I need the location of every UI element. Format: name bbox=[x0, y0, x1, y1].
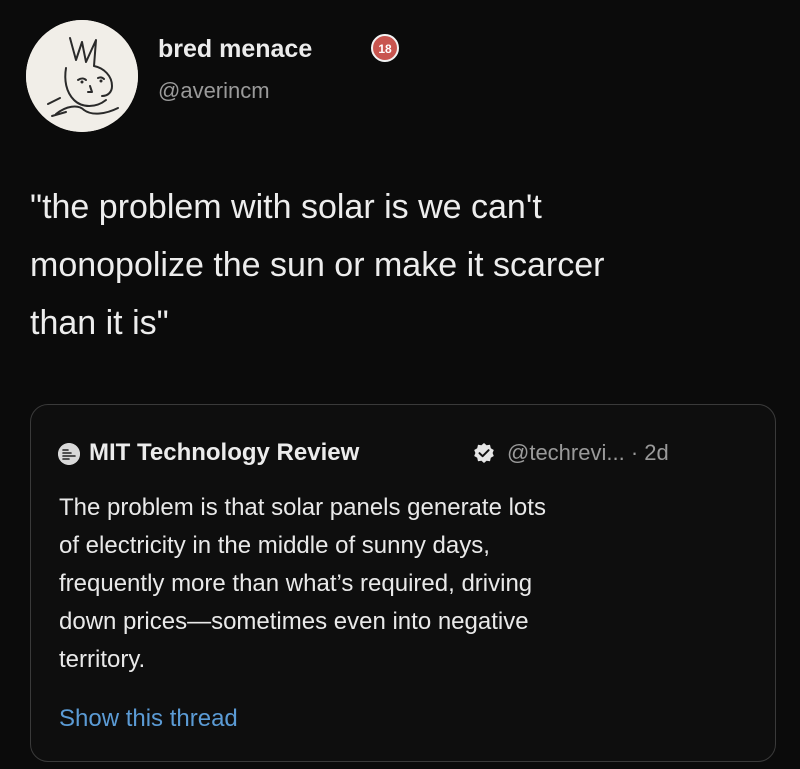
quoted-tweet-card[interactable]: MIT Technology Review @techrevi... · 2d … bbox=[30, 404, 776, 762]
tweet-text: "the problem with solar is we can't mono… bbox=[30, 188, 605, 342]
quoted-handle-time[interactable]: @techrevi... · 2d bbox=[507, 438, 669, 468]
mit-tr-logo-icon bbox=[58, 443, 80, 465]
avatar-sketch-icon bbox=[26, 20, 138, 132]
display-name[interactable]: bred menace bbox=[158, 34, 312, 64]
avatar[interactable] bbox=[26, 20, 138, 132]
quoted-tweet-text: The problem is that solar panels generat… bbox=[59, 494, 546, 673]
quoted-author-name[interactable]: MIT Technology Review bbox=[89, 437, 359, 469]
verified-badge-icon bbox=[473, 442, 495, 464]
author-handle[interactable]: @averincm bbox=[158, 77, 270, 105]
age-badge-text: 18 bbox=[378, 42, 392, 56]
show-thread-link[interactable]: Show this thread bbox=[59, 703, 238, 735]
age-18-badge-icon: 18 bbox=[370, 33, 400, 63]
tweet: bred menace 18 @averincm "the problem wi… bbox=[0, 0, 800, 769]
